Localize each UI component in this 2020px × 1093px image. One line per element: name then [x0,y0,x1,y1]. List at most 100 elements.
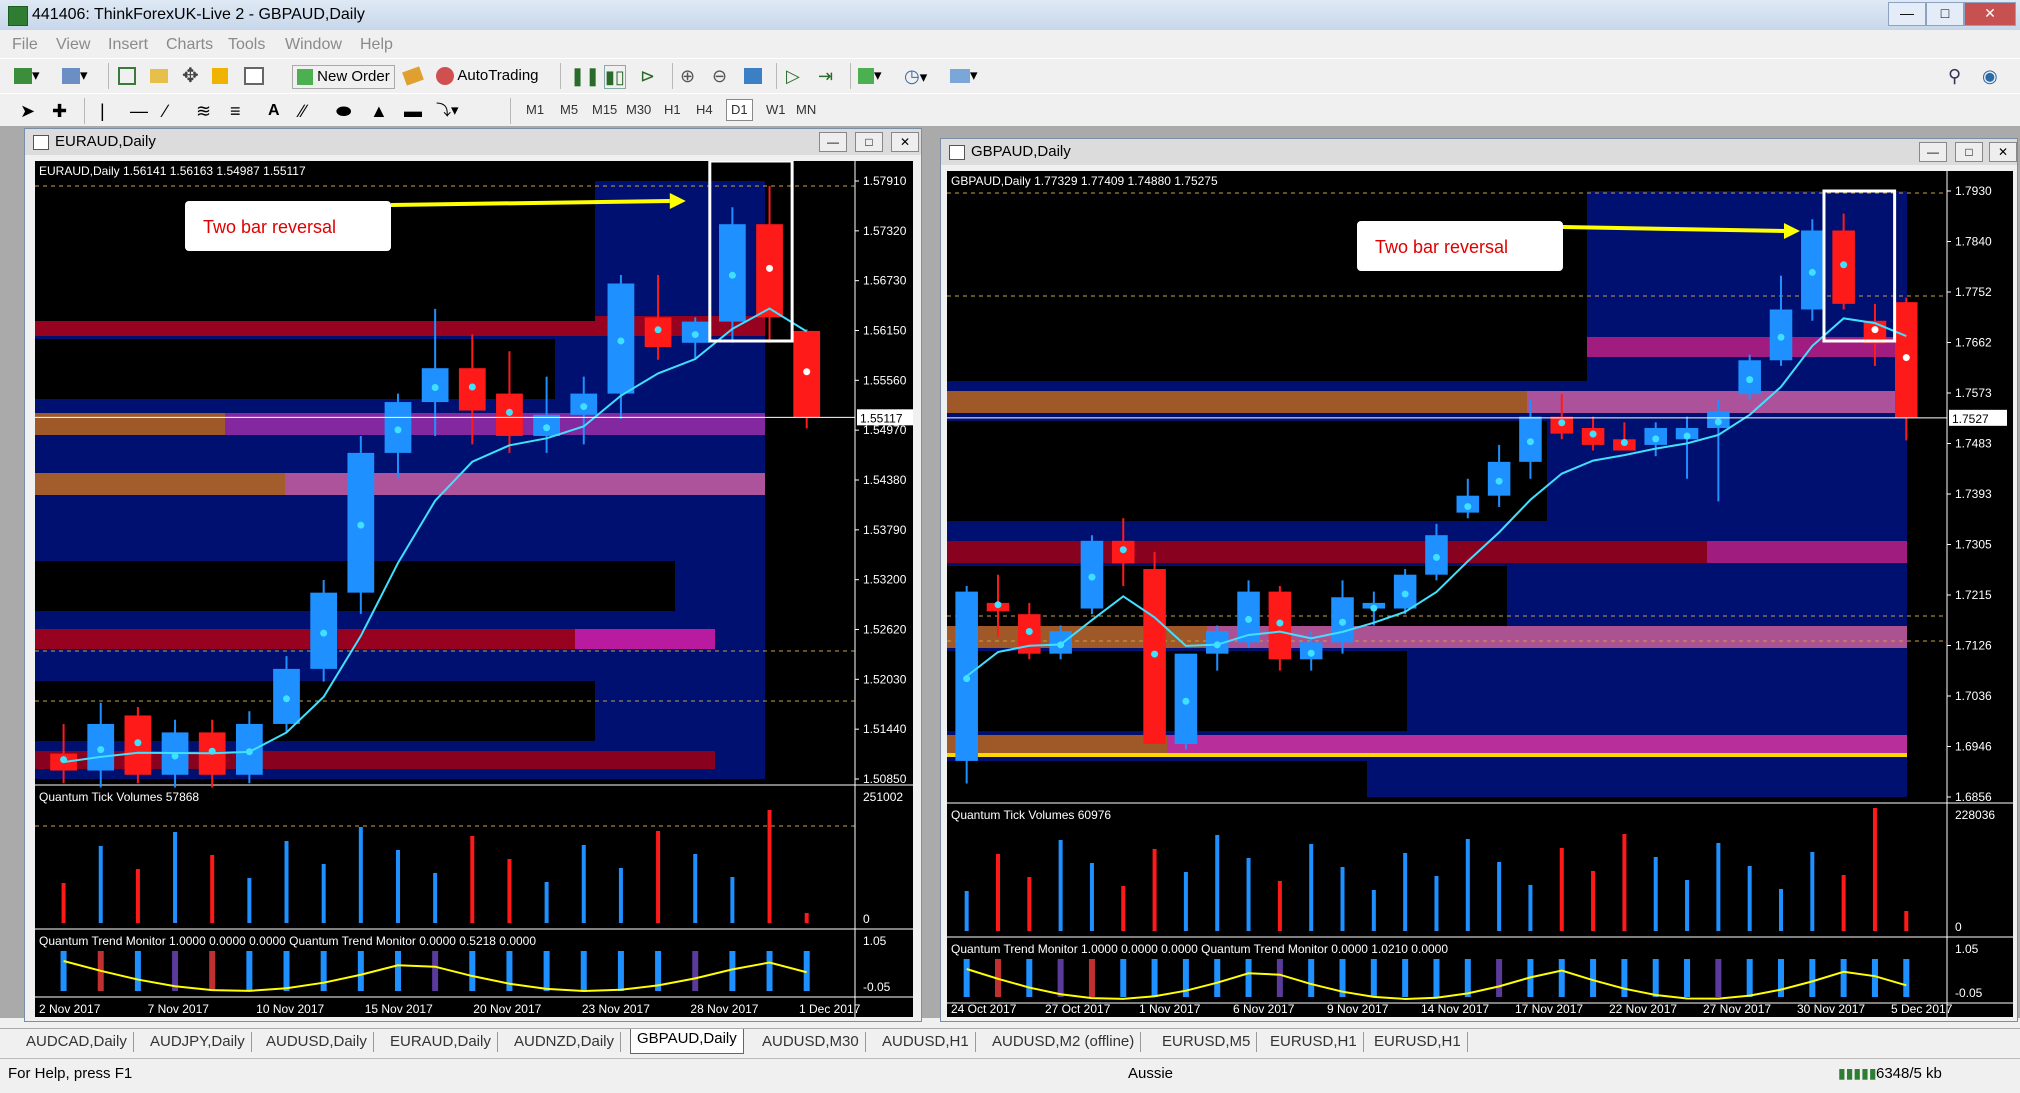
search-icon[interactable]: ⚲ [1948,65,1961,87]
chart-shift-icon[interactable]: ⇥ [818,65,833,87]
line-chart-icon[interactable]: ⊳ [640,65,655,87]
new-order-button[interactable]: New Order [292,65,395,89]
text-icon[interactable]: A [268,100,280,122]
auto-scroll-icon[interactable]: ▷ [786,65,800,87]
menu-charts[interactable]: Charts [166,36,213,54]
strategy-tester-icon[interactable] [244,65,264,87]
tab-audusd-m2-offline[interactable]: AUDUSD,M2 (offline) [986,1032,1142,1052]
tab-audusd-m30[interactable]: AUDUSD,M30 [756,1032,866,1052]
terminal-icon[interactable] [212,65,228,87]
menu-help[interactable]: Help [360,36,393,54]
menu-window[interactable]: Window [285,36,342,54]
chart-canvas[interactable]: Two bar reversal EURAUD,Daily 1.56141 1.5… [35,161,913,1017]
timeframe-m1[interactable]: M1 [526,102,544,117]
templates-icon[interactable]: ▾ [950,65,978,87]
tab-audcad-daily[interactable]: AUDCAD,Daily [20,1032,134,1052]
vertical-line-icon[interactable]: | [100,100,105,122]
menu-insert[interactable]: Insert [108,36,148,54]
trend-bar [1402,959,1409,997]
tab-eurusd-h1[interactable]: EURUSD,H1 [1264,1032,1364,1052]
horizontal-line-icon[interactable]: — [130,100,148,122]
data-window-icon[interactable] [150,65,168,87]
trend-bar [1464,959,1471,997]
market-watch-icon[interactable] [118,65,136,87]
chart-euraud[interactable]: Two bar reversal EURAUD,Daily 1.56141 1.5… [35,161,913,1017]
new-order-label: New Order [317,68,390,85]
timeframe-m30[interactable]: M30 [626,102,651,117]
timeframe-m15[interactable]: M15 [592,102,617,117]
periods-icon[interactable]: ◷▾ [904,65,927,87]
ellipse-icon[interactable]: ⬬ [336,100,351,122]
chart-canvas[interactable]: Two bar reversal GBPAUD,Daily 1.77329 1.7… [947,171,2013,1017]
indicators-icon[interactable]: ▾ [858,65,882,87]
gann-icon[interactable]: ∕∕ [300,100,306,122]
fibonacci-icon[interactable]: ≡ [230,100,241,122]
tab-gbpaud-daily[interactable]: GBPAUD,Daily [630,1029,744,1054]
timeframe-h1[interactable]: H1 [664,102,681,117]
chart-window-euraud[interactable]: EURAUD,Daily — □ ✕ Two bar reversal EURAU… [24,128,922,1022]
zoom-in-icon[interactable]: ⊕ [680,65,695,87]
autotrading-button[interactable]: AutoTrading [436,65,539,87]
trendline-icon[interactable]: ∕ [164,100,167,122]
tab-audusd-daily[interactable]: AUDUSD,Daily [260,1032,374,1052]
trend-scale-top: 1.05 [1955,942,1979,956]
zoom-out-icon[interactable]: ⊖ [712,65,727,87]
chart-minimize-button[interactable]: — [819,132,847,152]
price-axis-label: 1.54380 [863,473,907,487]
trend-bar [766,951,773,991]
community-icon[interactable]: ◉ [1982,65,1998,87]
candle-dot [505,408,513,416]
timeframe-m5[interactable]: M5 [560,102,578,117]
new-chart-icon[interactable]: ▾ [14,65,40,87]
chart-gbpaud[interactable]: Two bar reversal GBPAUD,Daily 1.77329 1.7… [947,171,2013,1017]
price-axis-label: 1.53200 [863,573,907,587]
volume-title: Quantum Tick Volumes 57868 [39,790,199,804]
candle-dot [1245,615,1253,623]
tab-eurusd-h1-2[interactable]: EURUSD,H1 [1368,1032,1468,1052]
menu-file[interactable]: File [12,36,38,54]
timeframe-h4[interactable]: H4 [696,102,713,117]
minimize-button[interactable]: — [1888,2,1926,26]
candle-dot [1182,697,1190,705]
tile-windows-icon[interactable] [744,65,762,87]
triangle-icon[interactable]: ▲ [370,100,388,122]
profiles-icon[interactable]: ▾ [62,65,88,87]
candle-dot [468,383,476,391]
tab-audnzd-daily[interactable]: AUDNZD,Daily [508,1032,622,1052]
maximize-button[interactable]: □ [1926,2,1964,26]
menu-view[interactable]: View [56,36,90,54]
trend-bar [692,951,699,991]
timeframe-d1[interactable]: D1 [726,99,753,121]
crosshair-icon[interactable]: ✚ [52,100,67,122]
tab-audjpy-daily[interactable]: AUDJPY,Daily [144,1032,252,1052]
timeframe-w1[interactable]: W1 [766,102,786,117]
metaeditor-icon[interactable] [402,65,424,87]
trend-bar [469,951,476,991]
candle-dot [691,331,699,339]
chart-window-gbpaud[interactable]: GBPAUD,Daily — □ ✕ Two bar reversal GBPAU… [940,138,2018,1022]
close-button[interactable]: ✕ [1964,2,2016,26]
tab-audusd-h1[interactable]: AUDUSD,H1 [876,1032,976,1052]
chart-restore-button[interactable]: □ [1955,142,1983,162]
trend-bar [1088,959,1095,997]
trend-bar [1026,959,1033,997]
arrows-icon[interactable]: ⤵▾ [436,100,459,122]
navigator-icon[interactable]: ✥ [182,65,199,87]
chart-close-button[interactable]: ✕ [891,132,919,152]
menu-tools[interactable]: Tools [228,36,265,54]
rectangle-icon[interactable]: ▬ [404,100,422,122]
chart-restore-button[interactable]: □ [855,132,883,152]
candlestick-chart-icon[interactable]: ▮▯ [604,65,626,89]
cursor-icon[interactable]: ➤ [20,100,35,122]
tab-euraud-daily[interactable]: EURAUD,Daily [384,1032,498,1052]
timeframe-mn[interactable]: MN [796,102,816,117]
bar-chart-icon[interactable]: ❚❚ [570,65,600,87]
trend-bar [1871,959,1878,997]
tab-eurusd-m5[interactable]: EURUSD,M5 [1156,1032,1258,1052]
volume-scale-top: 228036 [1955,808,1995,822]
equidistant-channel-icon[interactable]: ≋ [196,100,211,122]
candle-dot [580,403,588,411]
chart-close-button[interactable]: ✕ [1989,142,2017,162]
chart-minimize-button[interactable]: — [1919,142,1947,162]
candle-dot [1276,619,1284,627]
